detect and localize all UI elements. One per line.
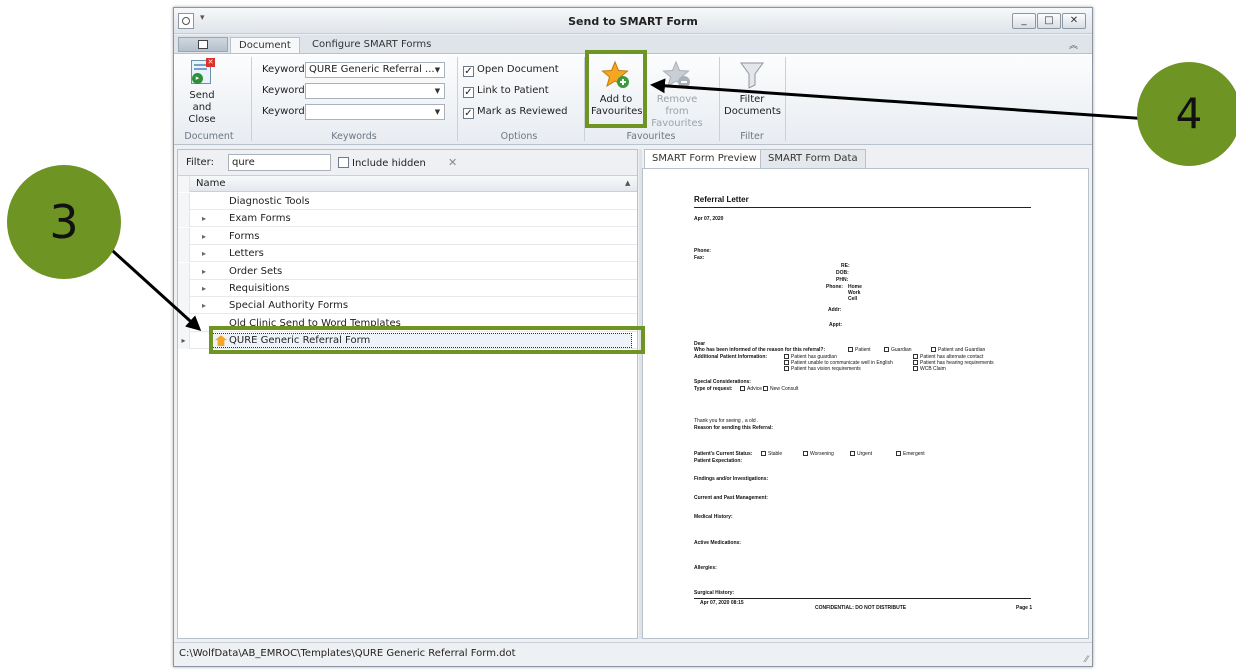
arrow-to-qure-referral-form xyxy=(102,241,202,332)
arrow-to-add-to-favourites xyxy=(650,78,1151,121)
step-4-badge: 4 xyxy=(1137,62,1236,166)
step-3-badge: 3 xyxy=(7,165,121,279)
annotation-arrows xyxy=(102,78,1151,332)
